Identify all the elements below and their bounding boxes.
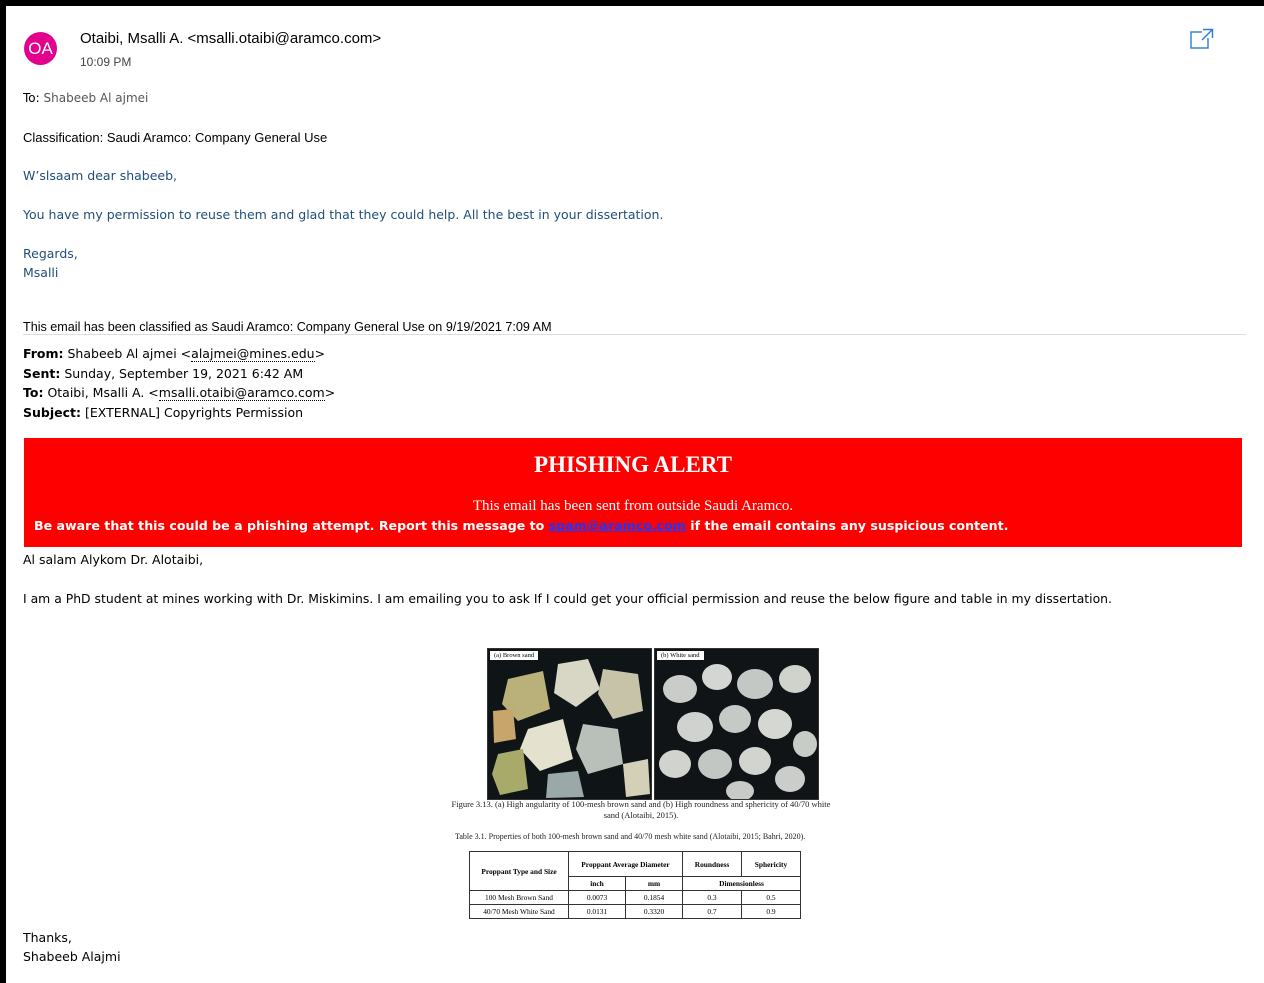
- classification-line: Classification: Saudi Aramco: Company Ge…: [23, 130, 327, 145]
- table-unit-cell: mm: [625, 876, 683, 891]
- white-sand-image: (b) White sand: [654, 648, 819, 800]
- received-time: 10:09 PM: [80, 55, 132, 69]
- to-original-line: To: Otaibi, Msalli A. <msalli.otaibi@ara…: [23, 383, 335, 403]
- table-header-cell: Proppant Average Diameter: [568, 851, 683, 877]
- sender-name[interactable]: Otaibi, Msalli A. <msalli.otaibi@aramco.…: [80, 30, 381, 47]
- alert-line2-pre: Be aware that this could be a phishing a…: [34, 518, 549, 533]
- table-header-cell: Proppant Type and Size: [469, 851, 569, 891]
- classified-date: 9/19/2021 7:09: [445, 320, 530, 335]
- original-header: From: Shabeeb Al ajmei <alajmei@mines.ed…: [23, 344, 335, 422]
- table-cell: 0.9: [741, 904, 801, 919]
- message-signature: Shabeeb Alajmi: [23, 949, 121, 964]
- table-cell: 0.7: [682, 904, 742, 919]
- table-cell: 0.5: [741, 890, 801, 905]
- table-cell: 0.3: [682, 890, 742, 905]
- classification-label: Classification:: [23, 130, 104, 145]
- spam-report-link[interactable]: spam@aramco.com: [549, 518, 686, 533]
- sender-avatar[interactable]: OA: [24, 32, 57, 65]
- table-unit-cell: inch: [568, 876, 626, 891]
- from-email-link[interactable]: alajmei@mines.edu: [191, 346, 315, 362]
- alert-line2-post: if the email contains any suspicious con…: [685, 518, 1009, 533]
- sent-line: Sent: Sunday, September 19, 2021 6:42 AM: [23, 364, 335, 384]
- to-label: To:: [23, 91, 40, 105]
- table-header-row: Proppant Type and Size Proppant Average …: [469, 851, 801, 891]
- to-close: >: [324, 385, 336, 400]
- alert-title: PHISHING ALERT: [534, 452, 732, 477]
- reply-greeting: W’slsaam dear shabeeb,: [23, 168, 178, 183]
- alert-line2: Be aware that this could be a phishing a…: [34, 518, 1008, 533]
- from-name: Shabeeb Al ajmei <: [67, 346, 192, 361]
- table-row: 40/70 Mesh White Sand 0.0131 0.3320 0.7 …: [469, 904, 801, 919]
- to-line: To: Shabeeb Al ajmei: [23, 91, 148, 105]
- reply-body: You have my permission to reuse them and…: [23, 207, 664, 222]
- to-email-link[interactable]: msalli.otaibi@aramco.com: [158, 385, 325, 401]
- message-thanks: Thanks,: [23, 930, 72, 945]
- phishing-alert-banner: PHISHING ALERT This email has been sent …: [24, 438, 1242, 547]
- subject-value: [EXTERNAL] Copyrights Permission: [84, 404, 304, 420]
- proppant-properties-table: Proppant Type and Size Proppant Average …: [469, 851, 801, 919]
- classified-prefix: This email has been classified as Saudi …: [23, 320, 446, 334]
- table-header-cell: Sphericity: [741, 851, 801, 877]
- table-unit-cell: Dimensionless: [682, 876, 801, 891]
- reply-name: Msalli: [23, 265, 59, 280]
- table-cell: 0.1854: [625, 890, 683, 905]
- sent-label: Sent:: [23, 365, 61, 381]
- to-original-label: To:: [23, 385, 44, 400]
- from-label: From:: [23, 346, 64, 361]
- classification-value: Saudi Aramco: Company General Use: [106, 130, 328, 145]
- figure-label-b: (b) White sand: [657, 651, 704, 660]
- brown-sand-image: (a) Brown sand: [487, 648, 652, 800]
- table-cell: 0.0131: [568, 904, 626, 919]
- to-recipient[interactable]: Shabeeb Al ajmei: [44, 91, 149, 105]
- message-body: I am a PhD student at mines working with…: [23, 591, 1112, 606]
- subject-label: Subject:: [23, 404, 81, 420]
- from-line: From: Shabeeb Al ajmei <alajmei@mines.ed…: [23, 344, 335, 364]
- classified-notice: This email has been classified as Saudi …: [23, 320, 552, 335]
- to-original-name: Otaibi, Msalli A. <: [47, 385, 159, 400]
- table-row: 100 Mesh Brown Sand 0.0073 0.1854 0.3 0.…: [469, 890, 801, 905]
- table-caption: Table 3.1. Properties of both 100-mesh b…: [455, 832, 806, 841]
- message-salutation: Al salam Alykom Dr. Alotaibi,: [23, 552, 204, 567]
- email-reading-pane: OA Otaibi, Msalli A. <msalli.otaibi@aram…: [6, 6, 1264, 983]
- divider: [23, 334, 1246, 335]
- figure-label-a: (a) Brown sand: [490, 651, 539, 660]
- table-cell: 100 Mesh Brown Sand: [469, 890, 569, 905]
- table-cell: 0.3320: [625, 904, 683, 919]
- reply-regards: Regards,: [23, 246, 78, 261]
- open-in-new-window-icon[interactable]: [1190, 28, 1214, 50]
- sent-value: Sunday, September 19, 2021 6:42 AM: [64, 365, 304, 381]
- figure-caption: Figure 3.13. (a) High angularity of 100-…: [451, 799, 831, 820]
- subject-line: Subject: [EXTERNAL] Copyrights Permissio…: [23, 403, 335, 423]
- table-cell: 0.0073: [568, 890, 626, 905]
- from-close: >: [314, 346, 326, 361]
- table-header-cell: Roundness: [682, 851, 742, 877]
- table-cell: 40/70 Mesh White Sand: [469, 904, 569, 919]
- classified-suffix: AM: [529, 320, 552, 334]
- alert-line1: This email has been sent from outside Sa…: [472, 498, 794, 514]
